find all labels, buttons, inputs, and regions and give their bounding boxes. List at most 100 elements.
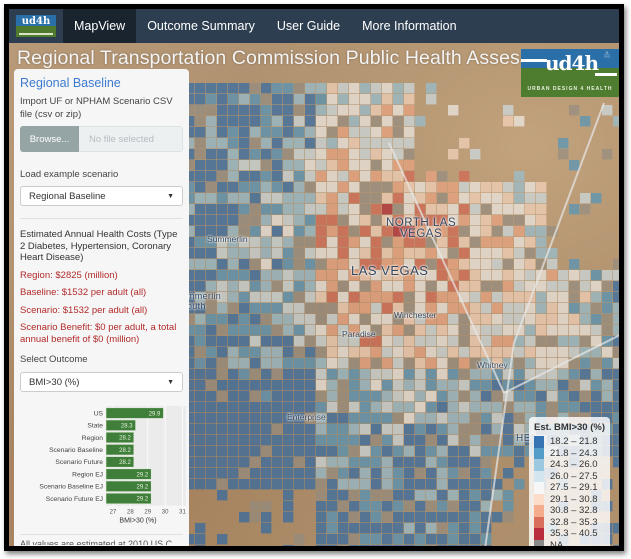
census-tract[interactable]: [305, 270, 316, 281]
census-tract[interactable]: [459, 358, 470, 369]
census-tract[interactable]: [404, 116, 415, 127]
census-tract[interactable]: [327, 479, 338, 490]
census-tract[interactable]: [206, 83, 217, 94]
census-tract[interactable]: [294, 336, 305, 347]
census-tract[interactable]: [195, 402, 206, 413]
census-tract[interactable]: [327, 413, 338, 424]
census-tract[interactable]: [250, 182, 261, 193]
census-tract[interactable]: [558, 292, 569, 303]
census-tract[interactable]: [426, 248, 437, 259]
census-tract[interactable]: [349, 413, 360, 424]
census-tract[interactable]: [492, 325, 503, 336]
census-tract[interactable]: [360, 523, 371, 534]
census-tract[interactable]: [404, 347, 415, 358]
census-tract[interactable]: [250, 501, 261, 512]
census-tract[interactable]: [481, 314, 492, 325]
census-tract[interactable]: [239, 94, 250, 105]
census-tract[interactable]: [481, 292, 492, 303]
census-tract[interactable]: [580, 380, 591, 391]
census-tract[interactable]: [470, 490, 481, 501]
census-tract[interactable]: [195, 479, 206, 490]
census-tract[interactable]: [239, 83, 250, 94]
census-tract[interactable]: [272, 94, 283, 105]
census-tract[interactable]: [547, 380, 558, 391]
census-tract[interactable]: [503, 193, 514, 204]
census-tract[interactable]: [448, 248, 459, 259]
census-tract[interactable]: [195, 193, 206, 204]
tab-more-information[interactable]: More Information: [351, 9, 467, 43]
census-tract[interactable]: [217, 83, 228, 94]
census-tract[interactable]: [536, 358, 547, 369]
census-tract[interactable]: [602, 281, 613, 292]
census-tract[interactable]: [470, 501, 481, 512]
census-tract[interactable]: [371, 512, 382, 523]
census-tract[interactable]: [591, 402, 602, 413]
census-tract[interactable]: [382, 182, 393, 193]
census-tract[interactable]: [536, 237, 547, 248]
census-tract[interactable]: [514, 193, 525, 204]
census-tract[interactable]: [415, 336, 426, 347]
census-tract[interactable]: [305, 424, 316, 435]
census-tract[interactable]: [272, 259, 283, 270]
census-tract[interactable]: [349, 457, 360, 468]
census-tract[interactable]: [195, 336, 206, 347]
census-tract[interactable]: [371, 204, 382, 215]
census-tract[interactable]: [228, 336, 239, 347]
census-tract[interactable]: [305, 138, 316, 149]
census-tract[interactable]: [393, 358, 404, 369]
census-tract[interactable]: [602, 347, 613, 358]
census-tract[interactable]: [305, 402, 316, 413]
census-tract[interactable]: [525, 182, 536, 193]
census-tract[interactable]: [459, 435, 470, 446]
census-tract[interactable]: [250, 248, 261, 259]
census-tract[interactable]: [360, 292, 371, 303]
census-tract[interactable]: [591, 369, 602, 380]
census-tract[interactable]: [437, 523, 448, 534]
census-tract[interactable]: [195, 369, 206, 380]
census-tract[interactable]: [481, 259, 492, 270]
census-tract[interactable]: [338, 171, 349, 182]
census-tract[interactable]: [217, 149, 228, 160]
census-tract[interactable]: [613, 358, 619, 369]
census-tract[interactable]: [239, 369, 250, 380]
census-tract[interactable]: [459, 270, 470, 281]
census-tract[interactable]: [283, 325, 294, 336]
census-tract[interactable]: [492, 204, 503, 215]
census-tract[interactable]: [338, 512, 349, 523]
census-tract[interactable]: [327, 94, 338, 105]
census-tract[interactable]: [448, 292, 459, 303]
census-tract[interactable]: [525, 215, 536, 226]
census-tract[interactable]: [327, 248, 338, 259]
census-tract[interactable]: [536, 182, 547, 193]
census-tract[interactable]: [283, 314, 294, 325]
census-tract[interactable]: [305, 237, 316, 248]
census-tract[interactable]: [404, 391, 415, 402]
census-tract[interactable]: [195, 325, 206, 336]
census-tract[interactable]: [393, 116, 404, 127]
census-tract[interactable]: [272, 424, 283, 435]
census-tract[interactable]: [514, 204, 525, 215]
census-tract[interactable]: [481, 424, 492, 435]
census-tract[interactable]: [393, 204, 404, 215]
census-tract[interactable]: [338, 259, 349, 270]
census-tract[interactable]: [393, 490, 404, 501]
census-tract[interactable]: [206, 204, 217, 215]
census-tract[interactable]: [393, 468, 404, 479]
census-tract[interactable]: [327, 270, 338, 281]
census-tract[interactable]: [558, 347, 569, 358]
census-tract[interactable]: [360, 303, 371, 314]
census-tract[interactable]: [294, 303, 305, 314]
census-tract[interactable]: [305, 336, 316, 347]
census-tract[interactable]: [360, 369, 371, 380]
census-tract[interactable]: [393, 325, 404, 336]
census-tract[interactable]: [602, 292, 613, 303]
census-tract[interactable]: [327, 105, 338, 116]
census-tract[interactable]: [250, 325, 261, 336]
census-tract[interactable]: [283, 358, 294, 369]
census-tract[interactable]: [481, 182, 492, 193]
census-tract[interactable]: [371, 193, 382, 204]
census-tract[interactable]: [459, 402, 470, 413]
census-tract[interactable]: [613, 347, 619, 358]
census-tract[interactable]: [404, 479, 415, 490]
census-tract[interactable]: [272, 149, 283, 160]
